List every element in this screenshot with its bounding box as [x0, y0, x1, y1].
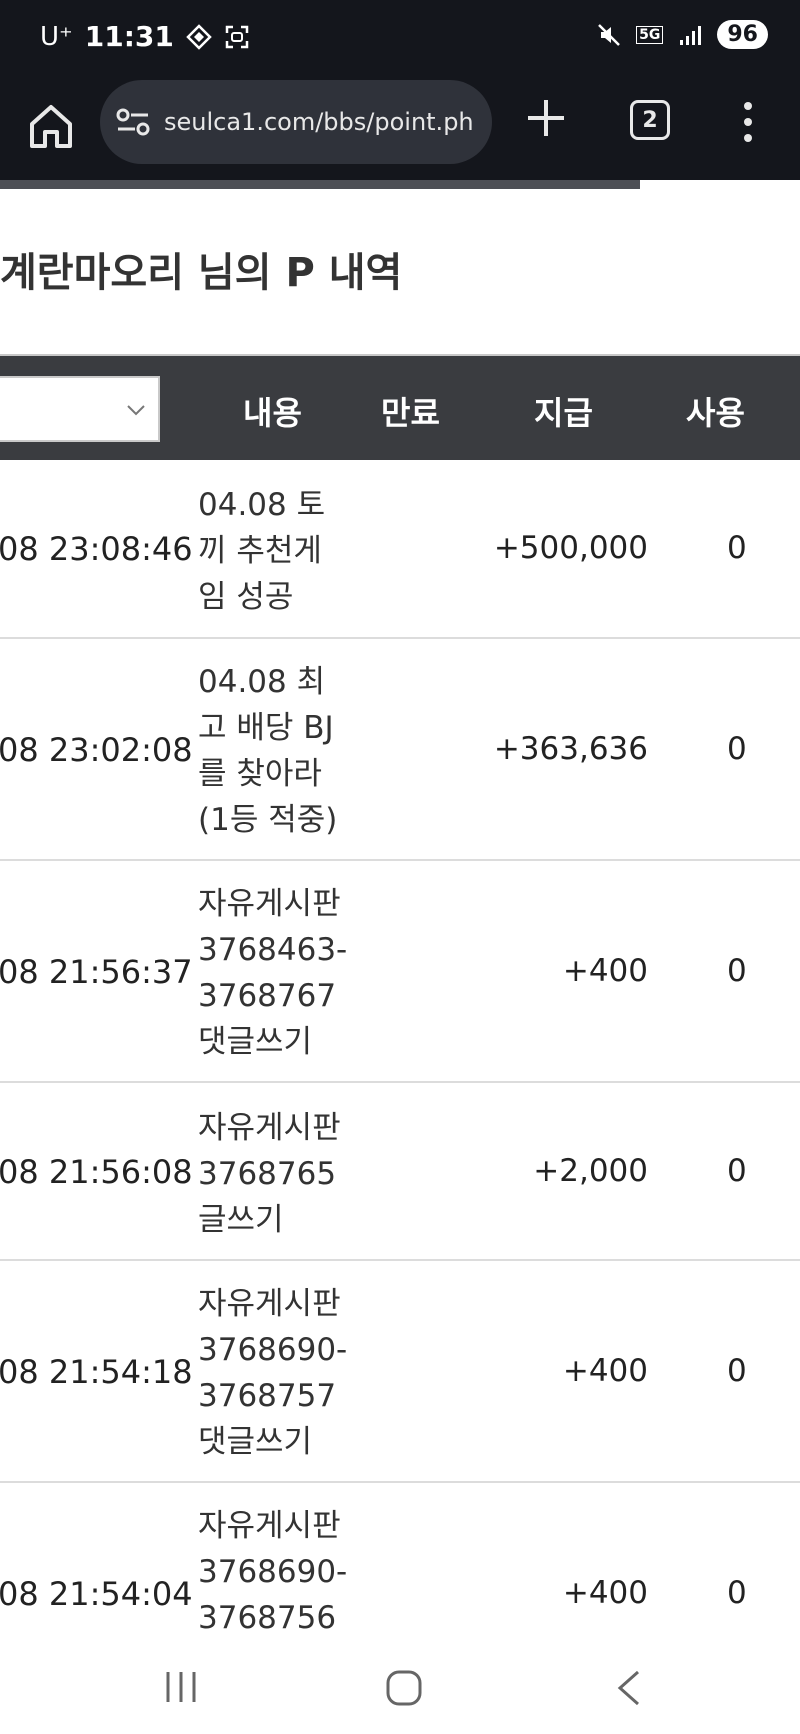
row-content: 자유게시판 3768690- 3768757 댓글쓰기	[198, 1286, 348, 1460]
table-row: 08 21:56:08 자유게시판 3768765 글쓰기 +2,000 0	[0, 1083, 800, 1261]
battery-level: 96	[717, 20, 768, 49]
table-row: 08 23:02:08 04.08 최 고 배당 BJ 를 찾아라 (1등 적중…	[0, 639, 800, 861]
row-use: 0	[727, 1353, 747, 1389]
signal-icon	[680, 25, 702, 45]
row-date: 08 21:56:37	[0, 953, 193, 991]
row-use: 0	[727, 1153, 747, 1189]
row-date: 08 21:54:18	[0, 1353, 193, 1391]
header-give: 지급	[534, 394, 593, 432]
tab-switcher-button[interactable]: 2	[630, 100, 670, 140]
system-nav-bar	[0, 1640, 800, 1734]
chevron-down-icon	[127, 405, 145, 416]
row-give: +500,000	[493, 530, 648, 566]
status-bar: U⁺ 11:31 5G 96	[0, 0, 800, 76]
row-give: +400	[562, 953, 648, 989]
row-content: 04.08 토 끼 추천게 임 성공	[198, 487, 326, 615]
browser-toolbar: seulca1.com/bbs/point.ph 2	[0, 76, 800, 180]
row-content: 04.08 최 고 배당 BJ 를 찾아라 (1등 적중)	[198, 664, 338, 838]
network-type: 5G	[636, 25, 664, 44]
table-row: 08 21:54:04 자유게시판 3768690- 3768756 +400 …	[0, 1483, 800, 1643]
header-use: 사용	[686, 394, 745, 432]
nav-home-icon[interactable]	[386, 1670, 422, 1706]
home-icon[interactable]	[26, 98, 76, 154]
row-date: 08 21:54:04	[0, 1575, 193, 1613]
row-content: 자유게시판 3768690- 3768756	[198, 1508, 348, 1636]
row-use: 0	[727, 1575, 747, 1611]
date-filter-select[interactable]	[0, 376, 160, 442]
table-row: 08 21:54:18 자유게시판 3768690- 3768757 댓글쓰기 …	[0, 1261, 800, 1483]
recent-apps-icon[interactable]	[164, 1670, 198, 1704]
row-give: +2,000	[533, 1153, 648, 1189]
row-date: 08 23:08:46	[0, 530, 193, 568]
page-title: 계란마오리 님의 P 내역	[0, 250, 403, 296]
table-header: 내용 만료 지급 사용	[0, 354, 800, 460]
clock: 11:31	[84, 20, 174, 53]
tune-icon[interactable]	[116, 107, 150, 137]
carrier-label: U⁺	[40, 21, 73, 52]
status-right: 5G 96	[596, 20, 768, 49]
url-text[interactable]: seulca1.com/bbs/point.ph	[164, 108, 484, 136]
row-date: 08 21:56:08	[0, 1153, 193, 1191]
diamond-icon	[186, 23, 212, 50]
plus-icon[interactable]	[524, 96, 568, 140]
screenshot-icon	[225, 25, 249, 48]
status-left: U⁺ 11:31	[40, 20, 250, 53]
row-use: 0	[727, 530, 747, 566]
row-use: 0	[727, 731, 747, 767]
row-content: 자유게시판 3768463- 3768767 댓글쓰기	[198, 886, 348, 1060]
row-date: 08 23:02:08	[0, 731, 193, 769]
header-expire: 만료	[381, 394, 440, 432]
row-give: +400	[562, 1353, 648, 1389]
row-use: 0	[727, 953, 747, 989]
mute-icon	[598, 23, 621, 46]
page-load-progress	[0, 180, 640, 189]
more-vert-icon[interactable]	[738, 98, 758, 146]
row-content: 자유게시판 3768765 글쓰기	[198, 1110, 341, 1238]
header-content: 내용	[243, 394, 302, 432]
row-give: +363,636	[493, 731, 648, 767]
table-row: 08 23:08:46 04.08 토 끼 추천게 임 성공 +500,000 …	[0, 460, 800, 639]
table-row: 08 21:56:37 자유게시판 3768463- 3768767 댓글쓰기 …	[0, 861, 800, 1083]
row-give: +400	[562, 1575, 648, 1611]
back-icon[interactable]	[614, 1670, 644, 1706]
address-bar[interactable]: seulca1.com/bbs/point.ph	[100, 80, 492, 164]
